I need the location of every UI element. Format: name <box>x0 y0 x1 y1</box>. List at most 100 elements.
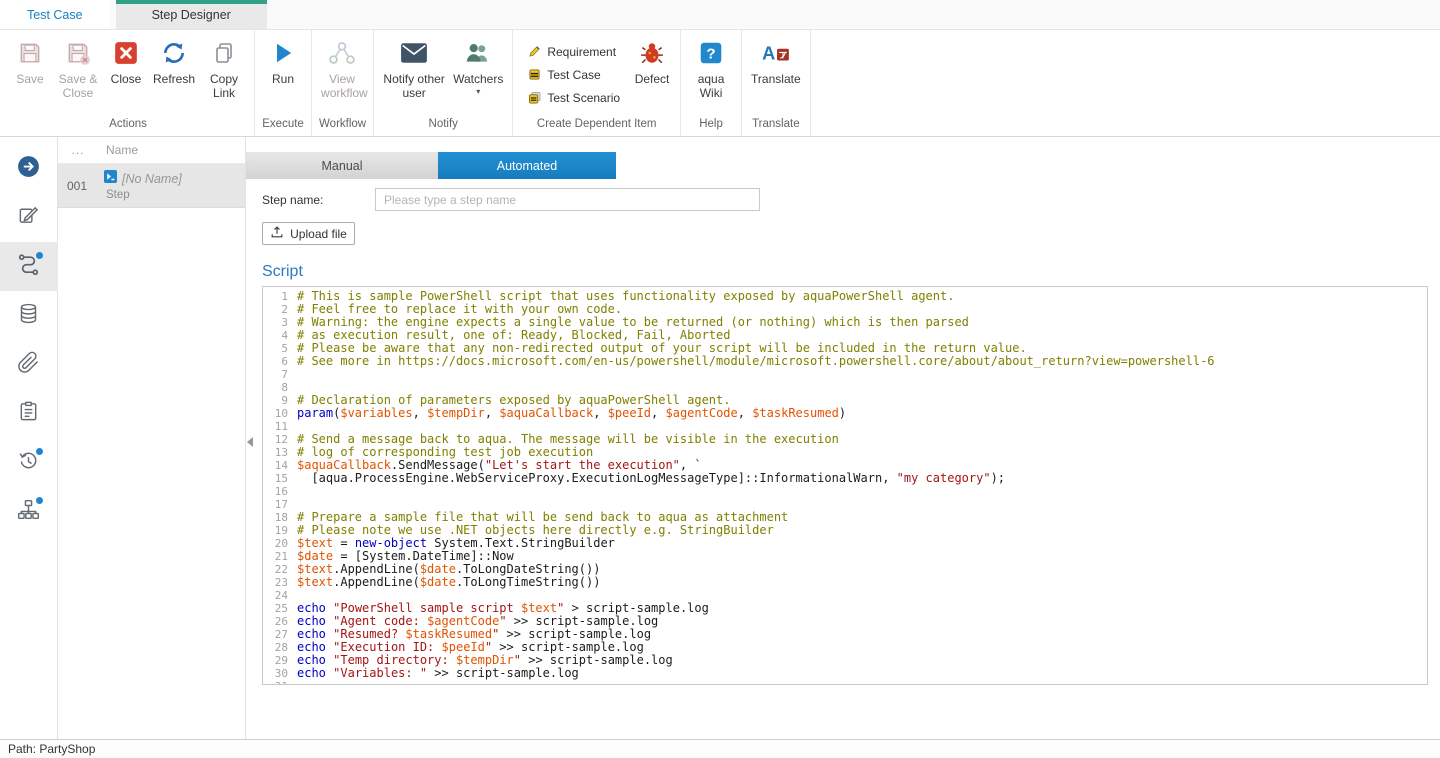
steps-panel: ... Name 001 [No Name] Step <box>58 137 246 739</box>
create-dependent-menu: Requirement Test Case Test Scenario <box>518 34 629 109</box>
close-button[interactable]: Close <box>103 34 149 86</box>
tab-test-case[interactable]: Test Case <box>0 0 110 29</box>
step-title: [No Name] <box>122 172 182 186</box>
copy-link-icon <box>208 38 240 68</box>
view-workflow-label: View workflow <box>321 72 363 101</box>
steps-column-name: Name <box>98 143 138 157</box>
sidebar-item-expand[interactable] <box>0 144 58 193</box>
tab-step-designer[interactable]: Step Designer <box>116 0 267 29</box>
tab-step-designer-label: Step Designer <box>152 8 231 22</box>
step-detail-pane: Manual Automated Step name: Upload file … <box>246 137 1440 739</box>
ribbon-group-actions-label: Actions <box>7 115 249 134</box>
refresh-button[interactable]: Refresh <box>149 34 199 86</box>
save-icon <box>14 38 46 68</box>
chevron-down-icon: ▾ <box>476 88 480 96</box>
app-window: Test Case Step Designer Save Sav <box>0 0 1440 758</box>
code-line: $text.AppendLine($date.ToLongTimeString(… <box>297 576 1427 589</box>
notification-dot <box>36 448 43 455</box>
view-workflow-button[interactable]: View workflow <box>317 34 367 101</box>
sidebar-item-edit[interactable] <box>0 193 58 242</box>
translate-label: Translate <box>751 72 801 86</box>
save-button[interactable]: Save <box>7 34 53 86</box>
svg-text:?: ? <box>706 45 715 62</box>
database-icon <box>17 302 40 330</box>
attachment-icon <box>17 351 40 379</box>
test-case-icon <box>527 68 541 82</box>
translate-button[interactable]: A Translate <box>747 34 805 86</box>
menu-item-test-scenario-label: Test Scenario <box>547 91 620 105</box>
step-mode-tabs: Manual Automated <box>246 152 1440 179</box>
navigate-icon <box>16 154 41 184</box>
copy-link-label: Copy Link <box>203 72 245 101</box>
watchers-button[interactable]: Watchers ▾ <box>449 34 507 96</box>
requirement-icon <box>527 45 541 59</box>
upload-file-button[interactable]: Upload file <box>262 222 355 245</box>
ribbon-group-create-dependent-item-label: Create Dependent Item <box>518 115 675 134</box>
ribbon-group-notify: Notify other user Watchers ▾ Notify <box>374 30 513 136</box>
notification-dot <box>36 252 43 259</box>
steps-column-options: ... <box>58 143 98 157</box>
ribbon-group-actions: Save Save & Close Close <box>2 30 255 136</box>
sidebar-item-steps[interactable] <box>0 242 58 291</box>
sidebar-item-relations[interactable] <box>0 487 58 536</box>
notify-other-user-button[interactable]: Notify other user <box>379 34 449 101</box>
save-and-close-icon <box>62 38 94 68</box>
tab-manual-label: Manual <box>322 159 363 173</box>
save-label: Save <box>16 72 43 86</box>
run-icon <box>267 38 299 68</box>
automated-step-icon <box>104 170 117 188</box>
tab-automated[interactable]: Automated <box>438 152 616 179</box>
ribbon-group-workflow-label: Workflow <box>317 115 368 134</box>
watchers-label: Watchers <box>453 72 503 86</box>
menu-item-requirement[interactable]: Requirement <box>520 40 627 63</box>
sidebar-item-tasks[interactable] <box>0 389 58 438</box>
section-iconbar <box>0 137 58 739</box>
save-and-close-button[interactable]: Save & Close <box>53 34 103 101</box>
sidebar-item-history[interactable] <box>0 438 58 487</box>
code-line: [aqua.ProcessEngine.WebServiceProxy.Exec… <box>297 472 1427 485</box>
edit-icon <box>17 204 40 232</box>
steps-list-header: ... Name <box>58 137 245 164</box>
copy-link-button[interactable]: Copy Link <box>199 34 249 101</box>
code-line <box>297 485 1427 498</box>
aqua-wiki-button[interactable]: ? aqua Wiki <box>686 34 736 101</box>
script-heading: Script <box>262 262 1440 281</box>
ribbon-group-help-label: Help <box>686 115 736 134</box>
aqua-wiki-label: aqua Wiki <box>690 72 732 101</box>
tab-manual[interactable]: Manual <box>246 152 438 179</box>
code-line: # See more in https://docs.microsoft.com… <box>297 355 1427 368</box>
refresh-icon <box>158 38 190 68</box>
run-button[interactable]: Run <box>260 34 306 86</box>
menu-item-test-scenario[interactable]: Test Scenario <box>520 86 627 109</box>
envelope-icon <box>398 38 430 68</box>
upload-file-label: Upload file <box>290 227 347 241</box>
ribbon-group-workflow: View workflow Workflow <box>312 30 374 136</box>
step-row[interactable]: 001 [No Name] Step <box>58 164 245 208</box>
refresh-label: Refresh <box>153 72 195 86</box>
upload-icon <box>270 225 284 242</box>
checklist-icon <box>17 400 40 428</box>
code-line: echo "Variables: " >> script-sample.log <box>297 667 1427 680</box>
sidebar-item-attachments[interactable] <box>0 340 58 389</box>
step-name-label: Step name: <box>262 193 375 207</box>
workspace: ... Name 001 [No Name] Step <box>0 137 1440 739</box>
status-bar: Path: PartyShop <box>0 739 1440 758</box>
panel-collapse-handle[interactable] <box>247 437 253 447</box>
menu-item-test-case-label: Test Case <box>547 68 600 82</box>
code-lines[interactable]: # This is sample PowerShell script that … <box>293 287 1427 684</box>
tab-automated-label: Automated <box>497 159 557 173</box>
step-name-input[interactable] <box>375 188 760 211</box>
run-label: Run <box>272 72 294 86</box>
close-label: Close <box>111 72 142 86</box>
tab-accent-strip <box>116 0 267 4</box>
watchers-icon <box>462 38 494 68</box>
sidebar-item-data[interactable] <box>0 291 58 340</box>
ribbon-group-create-dependent-item: Requirement Test Case Test Scenario <box>513 30 681 136</box>
defect-button[interactable]: Defect <box>629 34 675 86</box>
defect-label: Defect <box>635 72 670 86</box>
menu-item-test-case[interactable]: Test Case <box>520 63 627 86</box>
ribbon: Save Save & Close Close <box>0 30 1440 137</box>
script-editor[interactable]: 1234567891011121314151617181920212223242… <box>262 286 1428 685</box>
ribbon-group-help: ? aqua Wiki Help <box>681 30 742 136</box>
translate-icon: A <box>760 38 792 68</box>
